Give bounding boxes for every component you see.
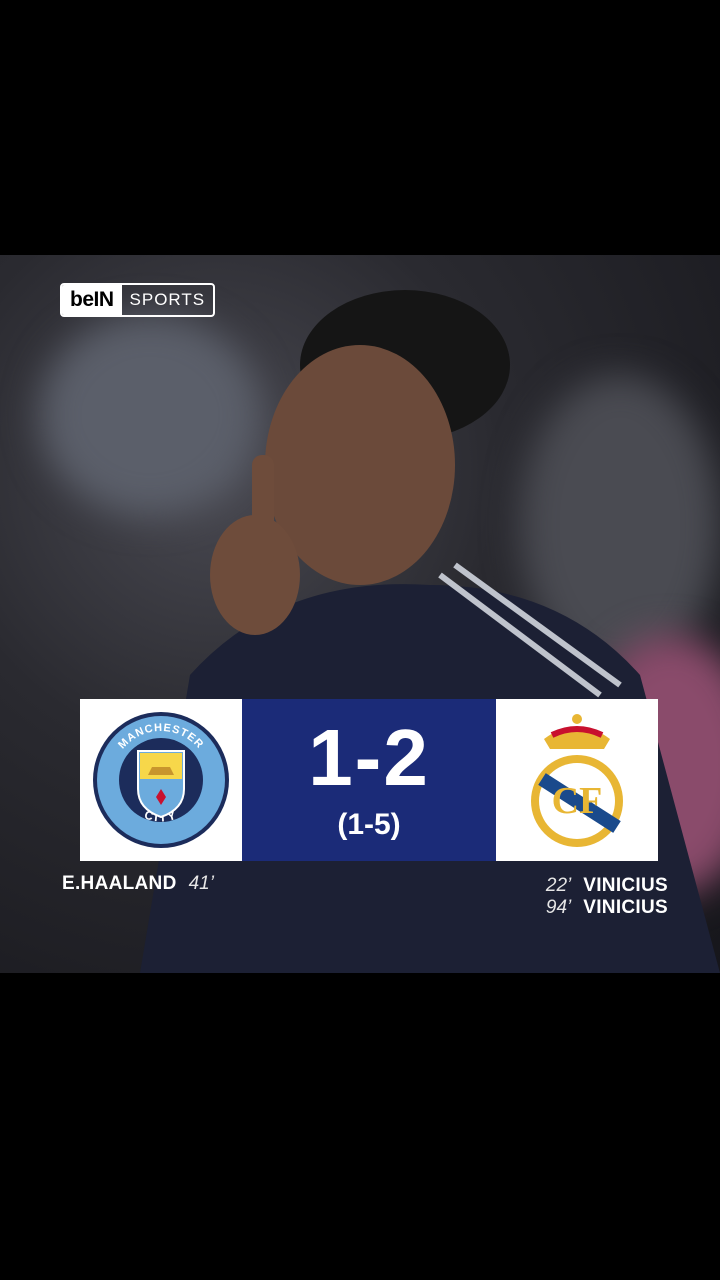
svg-text:CF: CF: [552, 780, 603, 822]
sports-logo-text: SPORTS: [129, 290, 206, 309]
away-scorer-row: 94’ VINICIUS: [546, 897, 668, 919]
away-team-badge: CF: [496, 699, 658, 861]
player-silhouette: [140, 290, 720, 973]
away-scorer-minute: 22’: [545, 875, 572, 896]
scoreboard: MANCHESTER CITY 1-2 (1-5) CF: [80, 699, 658, 861]
home-scorer-row: E.HAALAND 41’: [62, 873, 214, 895]
home-scorer-minute: 41’: [188, 873, 214, 894]
bein-logo-text: beIN: [62, 285, 122, 315]
away-scorer-name: VINICIUS: [583, 897, 668, 918]
home-team-badge: MANCHESTER CITY: [80, 699, 242, 861]
aggregate-score: (1-5): [337, 808, 401, 841]
manchester-city-crest-icon: MANCHESTER CITY: [93, 712, 229, 848]
match-score: 1-2: [308, 713, 430, 802]
away-scorer-row: 22’ VINICIUS: [546, 875, 668, 897]
real-madrid-crest-icon: CF: [531, 714, 623, 847]
home-scorer-name: E.HAALAND: [62, 873, 177, 894]
score-panel: 1-2 (1-5): [242, 699, 496, 861]
away-scorer-name: VINICIUS: [583, 875, 668, 896]
away-scorer-minute: 94’: [545, 897, 572, 918]
player-celebration-photo: beIN SPORTS MANCHESTER CITY 1-2 (1-5) CF…: [0, 255, 720, 973]
bein-sports-logo: beIN SPORTS: [60, 283, 216, 317]
